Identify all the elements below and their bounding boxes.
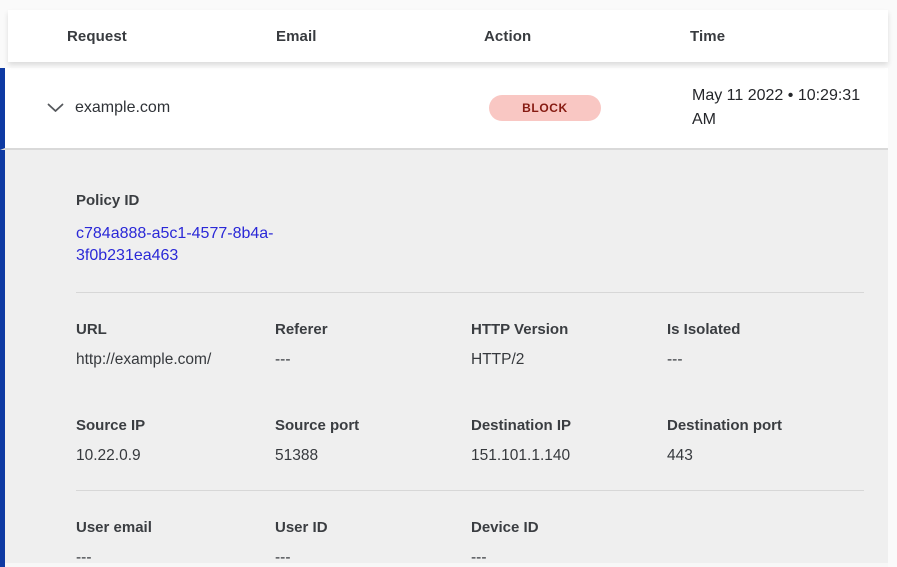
policy-id-label: Policy ID [76, 192, 864, 209]
section-divider [76, 490, 864, 491]
log-table-row[interactable]: example.com BLOCK May 11 2022 • 10:29:31… [0, 68, 888, 150]
field-label: Destination port [667, 417, 864, 434]
action-block-badge: BLOCK [489, 95, 601, 121]
chevron-down-icon [47, 103, 64, 113]
column-header-action: Action [484, 28, 690, 45]
field-user-id: User ID--- [275, 519, 471, 567]
field-value: HTTP/2 [471, 351, 667, 369]
field-url: URL http://example.com/ [76, 321, 275, 369]
field-value: --- [667, 351, 864, 369]
field-value: 51388 [275, 447, 471, 465]
field-label: Destination IP [471, 417, 667, 434]
field-label: User email [76, 519, 275, 536]
field-value: --- [275, 351, 471, 369]
field-label: User ID [275, 519, 471, 536]
field-label: Source IP [76, 417, 275, 434]
field-referer: Referer --- [275, 321, 471, 369]
row-detail-panel: Policy ID c784a888-a5c1-4577-8b4a-3f0b23… [0, 150, 888, 567]
expand-collapse-button[interactable] [43, 96, 67, 120]
field-label: Device ID [471, 519, 667, 536]
field-destination-ip: Destination IP 151.101.1.140 [471, 417, 667, 465]
field-label: Referer [275, 321, 471, 338]
gateway-log-page: Request Email Action Time example.com BL… [0, 0, 897, 567]
user-details-grid: User email---User ID---Device ID--- [76, 519, 864, 567]
field-value: 443 [667, 447, 864, 465]
field-value: 10.22.0.9 [76, 447, 275, 465]
field-value: http://example.com/ [76, 351, 275, 369]
field-value: 151.101.1.140 [471, 447, 667, 465]
field-label: Is Isolated [667, 321, 864, 338]
field-label: HTTP Version [471, 321, 667, 338]
field-destination-port: Destination port 443 [667, 417, 864, 465]
request-details-grid: URL http://example.com/Referer ---HTTP Ver… [76, 321, 864, 465]
field-label: URL [76, 321, 275, 338]
column-header-request: Request [67, 28, 276, 45]
table-header: Request Email Action Time [8, 10, 888, 62]
field-source-port: Source port 51388 [275, 417, 471, 465]
field-label: Source port [275, 417, 471, 434]
column-header-time: Time [690, 28, 888, 45]
row-request-value: example.com [75, 99, 170, 117]
column-header-email: Email [276, 28, 484, 45]
field-is-isolated: Is Isolated --- [667, 321, 864, 369]
field-http-version: HTTP Version HTTP/2 [471, 321, 667, 369]
field-source-ip: Source IP 10.22.0.9 [76, 417, 275, 465]
row-time-value: May 11 2022 • 10:29:31 AM [692, 84, 878, 132]
next-row-edge [5, 563, 888, 567]
field-device-id: Device ID--- [471, 519, 667, 567]
section-divider [76, 292, 864, 293]
field-user-email: User email--- [76, 519, 275, 567]
policy-id-link[interactable]: c784a888-a5c1-4577-8b4a-3f0b231ea463 [76, 223, 306, 267]
